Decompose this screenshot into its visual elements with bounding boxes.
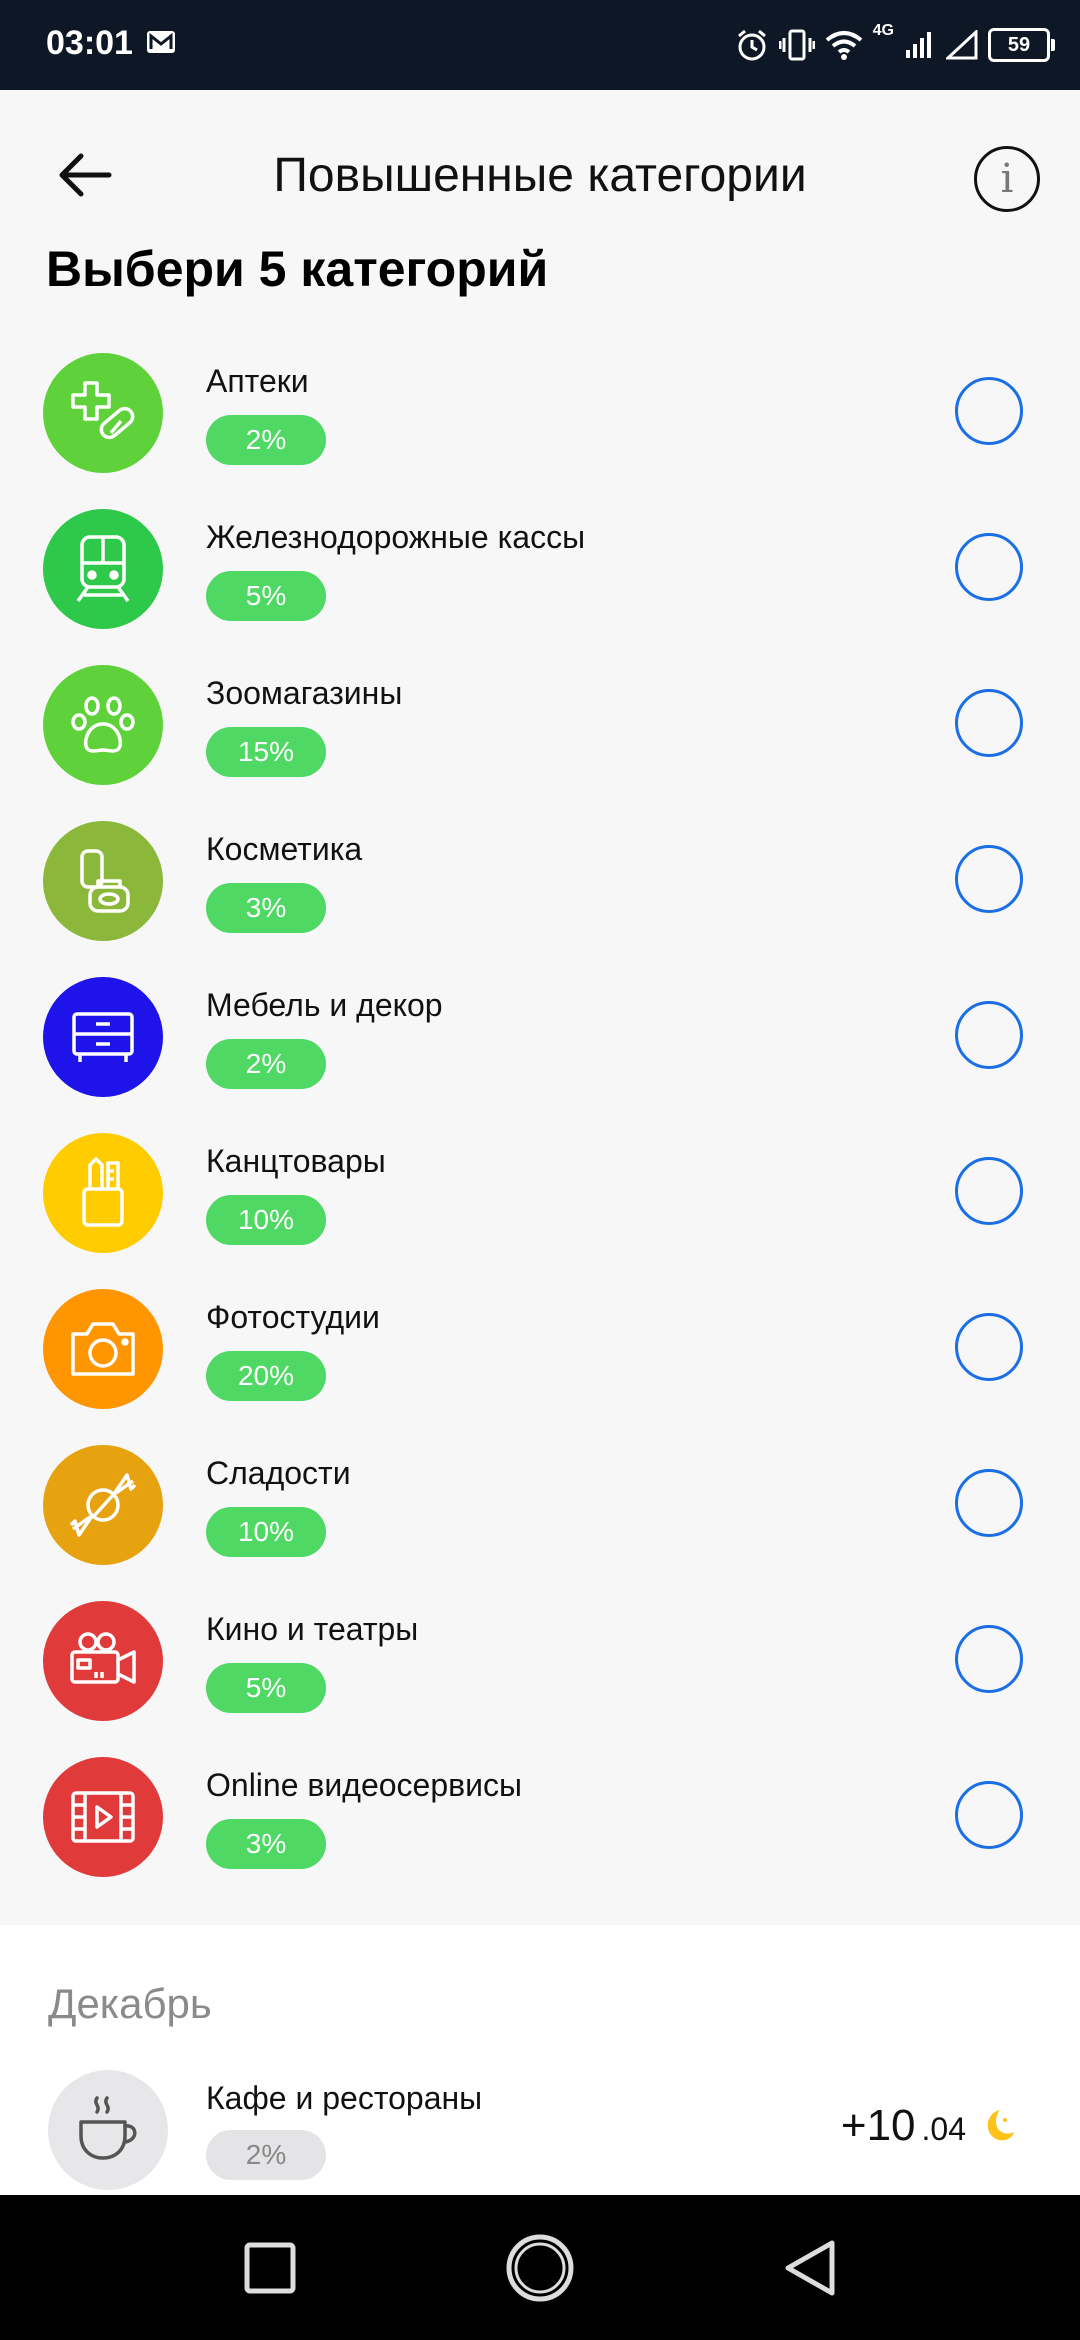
- candy-icon: [43, 1445, 163, 1565]
- category-select-radio[interactable]: [955, 1157, 1023, 1225]
- page-title: Повышенные категории: [273, 149, 807, 202]
- camera-icon: [43, 1289, 163, 1409]
- category-row[interactable]: Сладости 10%: [0, 1427, 1080, 1583]
- amount-integer: +10: [840, 2101, 916, 2150]
- amount-decimal: .04: [921, 2111, 966, 2147]
- status-bar: 03:01 4G 59: [0, 0, 1080, 90]
- square-icon: [244, 2242, 296, 2294]
- category-name: Зоомагазины: [206, 675, 403, 711]
- film-icon: [43, 1757, 163, 1877]
- signal-icon: [906, 32, 931, 58]
- system-nav-bar: [0, 2195, 1080, 2340]
- signal-empty-icon: [946, 30, 978, 60]
- category-name: Мебель и декор: [206, 987, 443, 1023]
- category-name: Кино и театры: [206, 1611, 419, 1647]
- vibrate-icon: [778, 29, 815, 61]
- category-name: Канцтовары: [206, 1143, 386, 1179]
- home-button[interactable]: [505, 2233, 575, 2303]
- category-list: Аптеки 2% Железнодорожные кассы 5% Зоома…: [0, 335, 1080, 1895]
- category-name: Сладости: [206, 1455, 351, 1491]
- category-select-radio[interactable]: [955, 533, 1023, 601]
- status-icons: 4G 59: [735, 22, 1055, 68]
- category-percent-badge: 2%: [206, 415, 326, 465]
- category-percent-badge: 10%: [206, 1507, 326, 1557]
- alarm-icon: [737, 29, 766, 61]
- category-name: Online видеосервисы: [206, 1767, 522, 1803]
- train-icon: [43, 509, 163, 629]
- category-row[interactable]: Фотостудии 20%: [0, 1271, 1080, 1427]
- info-icon: i: [1000, 156, 1014, 202]
- category-row[interactable]: Online видеосервисы 3%: [0, 1739, 1080, 1895]
- paw-icon: [43, 665, 163, 785]
- category-row[interactable]: Железнодорожные кассы 5%: [0, 491, 1080, 647]
- december-section: Декабрь Кафе и рестораны 2% +10.04: [0, 1925, 1080, 2195]
- category-select-radio[interactable]: [955, 1313, 1023, 1381]
- category-row[interactable]: Канцтовары 10%: [0, 1115, 1080, 1271]
- section-heading: Выбери 5 категорий: [46, 241, 549, 297]
- recent-apps-button[interactable]: [235, 2233, 305, 2303]
- info-button[interactable]: i: [974, 146, 1040, 212]
- cosmetics-icon: [43, 821, 163, 941]
- category-select-radio[interactable]: [955, 1781, 1023, 1849]
- month-label: Декабрь: [48, 1980, 212, 2027]
- furniture-icon: [43, 977, 163, 1097]
- cashback-amount: +10.04: [841, 2101, 1018, 2151]
- category-select-radio[interactable]: [955, 1625, 1023, 1693]
- category-row[interactable]: Мебель и декор 2%: [0, 959, 1080, 1115]
- status-time: 03:01: [46, 24, 133, 62]
- category-name: Аптеки: [206, 363, 309, 399]
- category-percent-badge: 3%: [206, 883, 326, 933]
- category-percent-badge: 3%: [206, 1819, 326, 1869]
- history-percent-badge: 2%: [206, 2130, 326, 2180]
- category-select-radio[interactable]: [955, 1001, 1023, 1069]
- category-percent-badge: 20%: [206, 1351, 326, 1401]
- mail-icon: [147, 31, 175, 53]
- network-type: 4G: [872, 22, 894, 39]
- coffee-cup-icon: [48, 2070, 168, 2190]
- stationery-icon: [43, 1133, 163, 1253]
- history-item-name: Кафе и рестораны: [206, 2080, 483, 2116]
- category-row[interactable]: Аптеки 2%: [0, 335, 1080, 491]
- circle-icon: [506, 2234, 574, 2302]
- pharmacy-icon: [43, 353, 163, 473]
- app-header: Повышенные категории i: [0, 90, 1080, 260]
- battery-indicator: 59: [988, 28, 1055, 62]
- category-percent-badge: 5%: [206, 1663, 326, 1713]
- category-select-radio[interactable]: [955, 689, 1023, 757]
- category-percent-badge: 5%: [206, 571, 326, 621]
- category-percent-badge: 10%: [206, 1195, 326, 1245]
- wifi-icon: [825, 31, 862, 60]
- category-select-radio[interactable]: [955, 377, 1023, 445]
- category-row[interactable]: Зоомагазины 15%: [0, 647, 1080, 803]
- history-row[interactable]: Кафе и рестораны 2% +10.04: [0, 2065, 1080, 2195]
- category-row[interactable]: Кино и театры 5%: [0, 1583, 1080, 1739]
- back-nav-button[interactable]: [775, 2233, 845, 2303]
- movie-camera-icon: [43, 1601, 163, 1721]
- category-percent-badge: 15%: [206, 727, 326, 777]
- category-select-radio[interactable]: [955, 845, 1023, 913]
- category-name: Фотостудии: [206, 1299, 380, 1335]
- category-name: Железнодорожные кассы: [206, 519, 586, 555]
- triangle-back-icon: [785, 2240, 835, 2296]
- category-select-radio[interactable]: [955, 1469, 1023, 1537]
- moon-coin-icon: [987, 2110, 1014, 2141]
- category-row[interactable]: Косметика 3%: [0, 803, 1080, 959]
- category-name: Косметика: [206, 831, 363, 867]
- category-percent-badge: 2%: [206, 1039, 326, 1089]
